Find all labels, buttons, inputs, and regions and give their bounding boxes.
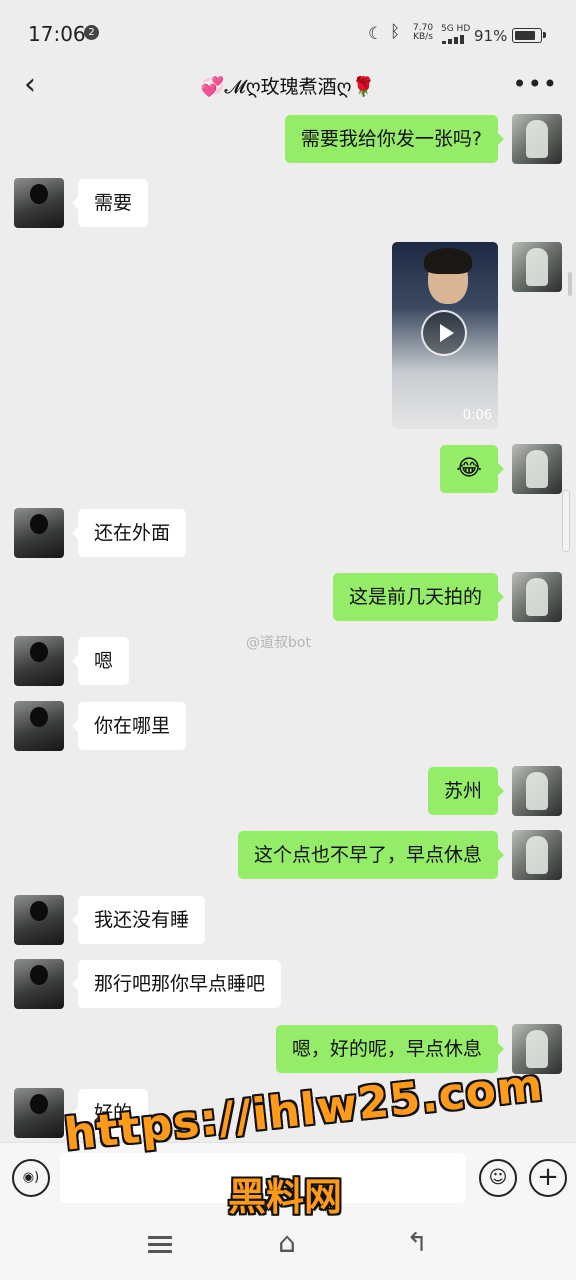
my-avatar[interactable] xyxy=(512,830,562,880)
contact-avatar[interactable] xyxy=(14,508,64,558)
message-list[interactable]: 需要我给你发一张吗? 需要 0:06 😂 还在外面 这是前几天拍的 嗯 你在哪里 xyxy=(0,112,576,1142)
plus-icon[interactable]: + xyxy=(529,1159,567,1197)
contact-avatar[interactable] xyxy=(14,636,64,686)
weibo-watermark: @道叔bot xyxy=(246,635,311,651)
my-message-bubble[interactable]: 需要我给你发一张吗? xyxy=(284,115,505,163)
my-avatar[interactable] xyxy=(512,572,562,622)
status-time: 17:06 xyxy=(28,22,86,46)
my-emoji-bubble[interactable]: 😂 xyxy=(440,445,504,493)
laughing-emoji: 😂 xyxy=(456,456,482,481)
chat-header: ‹ 💞𝓜ღ玫瑰煮酒ღ🌹 ••• xyxy=(0,60,576,112)
contact-avatar[interactable] xyxy=(14,959,64,1009)
my-avatar[interactable] xyxy=(512,444,562,494)
signal-strength-icon xyxy=(442,35,468,44)
network-speed: 7.70 KB/s xyxy=(413,24,433,42)
bluetooth-icon: ᛒ xyxy=(390,22,401,42)
signal-label: 5G HD xyxy=(441,24,471,34)
battery-icon xyxy=(512,28,546,43)
my-message-bubble[interactable]: 苏州 xyxy=(427,767,505,815)
network-speed-unit: KB/s xyxy=(413,32,433,42)
emoji-icon[interactable]: ☺ xyxy=(479,1159,517,1197)
back-icon[interactable]: ↰ xyxy=(402,1230,432,1256)
scrollbar-thumb[interactable] xyxy=(562,490,570,552)
scroll-indicator[interactable] xyxy=(568,272,572,296)
contact-message-bubble[interactable]: 还在外面 xyxy=(71,509,187,557)
voice-icon[interactable]: ◉) xyxy=(12,1159,50,1197)
system-nav-bar: ⌂ ↰ xyxy=(0,1216,576,1280)
do-not-disturb-icon: ☾ xyxy=(368,24,384,44)
chevron-left-icon[interactable]: ‹ xyxy=(14,68,46,102)
contact-avatar[interactable] xyxy=(14,895,64,945)
my-avatar[interactable] xyxy=(512,114,562,164)
more-dots-icon[interactable]: ••• xyxy=(513,70,558,98)
my-message-bubble[interactable]: 这是前几天拍的 xyxy=(332,573,505,621)
video-duration: 0:06 xyxy=(462,408,492,423)
contact-avatar[interactable] xyxy=(14,701,64,751)
contact-avatar[interactable] xyxy=(14,178,64,228)
play-icon[interactable] xyxy=(421,310,467,356)
my-avatar[interactable] xyxy=(512,242,562,292)
home-icon[interactable]: ⌂ xyxy=(272,1229,302,1257)
notification-count-badge: 2 xyxy=(84,25,99,40)
contact-avatar[interactable] xyxy=(14,1088,64,1138)
contact-message-bubble[interactable]: 我还没有睡 xyxy=(71,896,206,944)
status-bar: 17:06 2 ☾ ᛒ 7.70 KB/s 5G HD 91% xyxy=(0,0,576,68)
contact-message-bubble[interactable]: 那行吧那你早点睡吧 xyxy=(71,960,282,1008)
chat-title: 💞𝓜ღ玫瑰煮酒ღ🌹 xyxy=(200,76,376,98)
menu-icon[interactable] xyxy=(148,1236,172,1254)
video-message[interactable]: 0:06 xyxy=(392,242,498,429)
overlay-site-name: 黑料网 xyxy=(228,1175,343,1219)
contact-message-bubble[interactable]: 你在哪里 xyxy=(71,702,187,750)
my-message-bubble[interactable]: 这个点也不早了，早点休息 xyxy=(237,831,505,879)
contact-message-bubble[interactable]: 需要 xyxy=(71,179,149,227)
my-message-bubble[interactable]: 嗯，好的呢，早点休息 xyxy=(275,1025,505,1073)
battery-percent: 91% xyxy=(474,27,508,45)
my-avatar[interactable] xyxy=(512,766,562,816)
contact-message-bubble[interactable]: 嗯 xyxy=(71,637,130,685)
